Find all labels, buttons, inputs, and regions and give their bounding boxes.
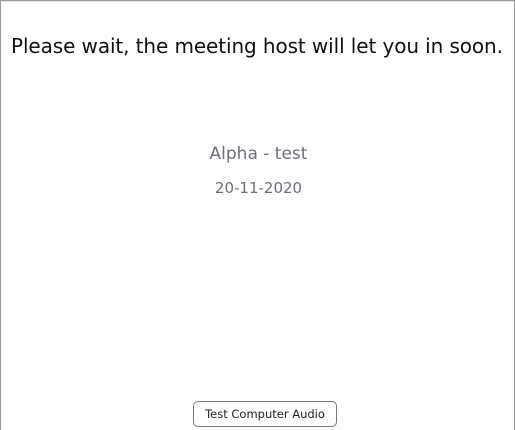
meeting-info: Alpha - test 20-11-2020 — [1, 143, 515, 198]
meeting-date: 20-11-2020 — [214, 179, 303, 197]
waiting-message: Please wait, the meeting host will let y… — [11, 34, 503, 58]
waiting-room-window: Please wait, the meeting host will let y… — [0, 0, 515, 430]
meeting-title: Alpha - test — [209, 144, 308, 164]
test-computer-audio-button[interactable]: Test Computer Audio — [193, 401, 337, 427]
